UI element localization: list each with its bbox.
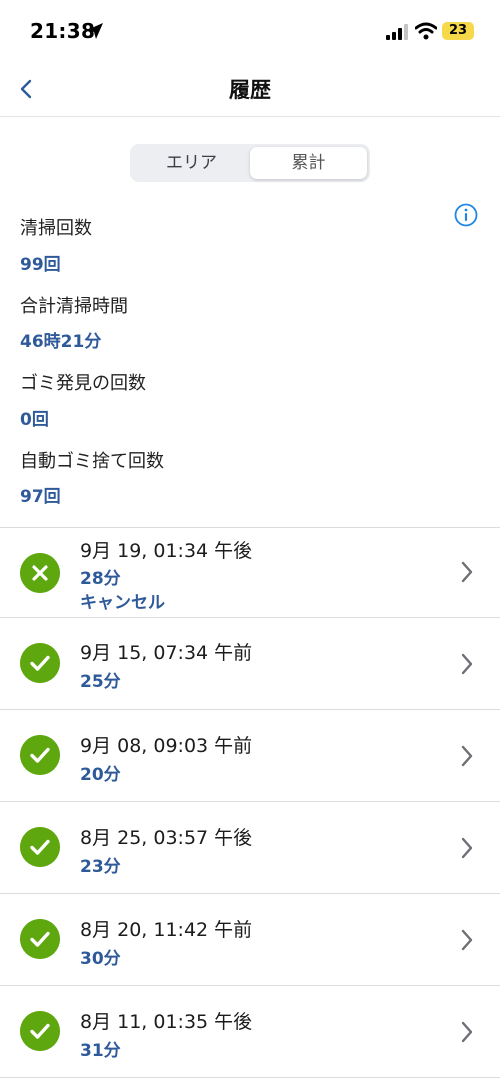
- stat-value-clean-count: 99回: [20, 255, 61, 275]
- chevron-right-icon: [461, 1021, 473, 1043]
- stat-label-clean-count: 清掃回数: [20, 218, 92, 239]
- segmented-control: エリア 累計: [130, 144, 370, 182]
- history-row[interactable]: 8月 20, 11:42 午前 30分: [0, 894, 500, 985]
- tab-cumulative[interactable]: 累計: [250, 147, 367, 179]
- history-row[interactable]: 9月 08, 09:03 午前 20分: [0, 710, 500, 801]
- history-duration: 28分: [80, 569, 121, 589]
- chevron-right-icon: [461, 745, 473, 767]
- history-row[interactable]: 8月 11, 01:35 午後 31分: [0, 986, 500, 1077]
- history-row[interactable]: 9月 19, 01:34 午後 28分 キャンセル: [0, 528, 500, 617]
- chevron-right-icon: [461, 561, 473, 583]
- chevron-right-icon: [461, 653, 473, 675]
- history-duration: 20分: [80, 765, 121, 785]
- history-date: 9月 08, 09:03 午前: [80, 735, 253, 757]
- completed-check-icon: [20, 643, 60, 683]
- history-row[interactable]: 8月 25, 03:57 午後 23分: [0, 802, 500, 893]
- stat-label-auto-empty: 自動ゴミ捨て回数: [20, 451, 164, 472]
- history-duration: 25分: [80, 672, 121, 692]
- cellular-signal-icon: [386, 24, 408, 40]
- history-date: 8月 25, 03:57 午後: [80, 827, 253, 849]
- info-icon[interactable]: [454, 203, 478, 227]
- history-note: キャンセル: [80, 593, 165, 613]
- cancelled-x-icon: [20, 553, 60, 593]
- completed-check-icon: [20, 1011, 60, 1051]
- history-date: 8月 11, 01:35 午後: [80, 1011, 253, 1033]
- chevron-right-icon: [461, 837, 473, 859]
- stat-label-total-time: 合計清掃時間: [20, 296, 128, 317]
- battery-icon: 23: [442, 22, 474, 40]
- history-duration: 30分: [80, 949, 121, 969]
- history-duration: 23分: [80, 857, 121, 877]
- stat-value-dirt-detected: 0回: [20, 410, 49, 430]
- page-title: 履歴: [229, 78, 271, 102]
- history-row[interactable]: 9月 15, 07:34 午前 25分: [0, 618, 500, 709]
- completed-check-icon: [20, 735, 60, 775]
- list-divider: [0, 1077, 500, 1078]
- history-date: 9月 19, 01:34 午後: [80, 540, 253, 562]
- stat-value-auto-empty: 97回: [20, 487, 61, 507]
- history-date: 9月 15, 07:34 午前: [80, 642, 253, 664]
- history-date: 8月 20, 11:42 午前: [80, 919, 253, 941]
- history-duration: 31分: [80, 1041, 121, 1061]
- stat-value-total-time: 46時21分: [20, 332, 102, 352]
- stat-label-dirt-detected: ゴミ発見の回数: [20, 373, 146, 394]
- wifi-icon: [415, 22, 437, 40]
- chevron-right-icon: [461, 929, 473, 951]
- completed-check-icon: [20, 827, 60, 867]
- location-arrow-icon: [87, 23, 103, 39]
- completed-check-icon: [20, 919, 60, 959]
- nav-bar: 履歴: [0, 62, 500, 117]
- status-bar: 21:38 23: [0, 0, 500, 62]
- tab-area[interactable]: エリア: [133, 147, 250, 179]
